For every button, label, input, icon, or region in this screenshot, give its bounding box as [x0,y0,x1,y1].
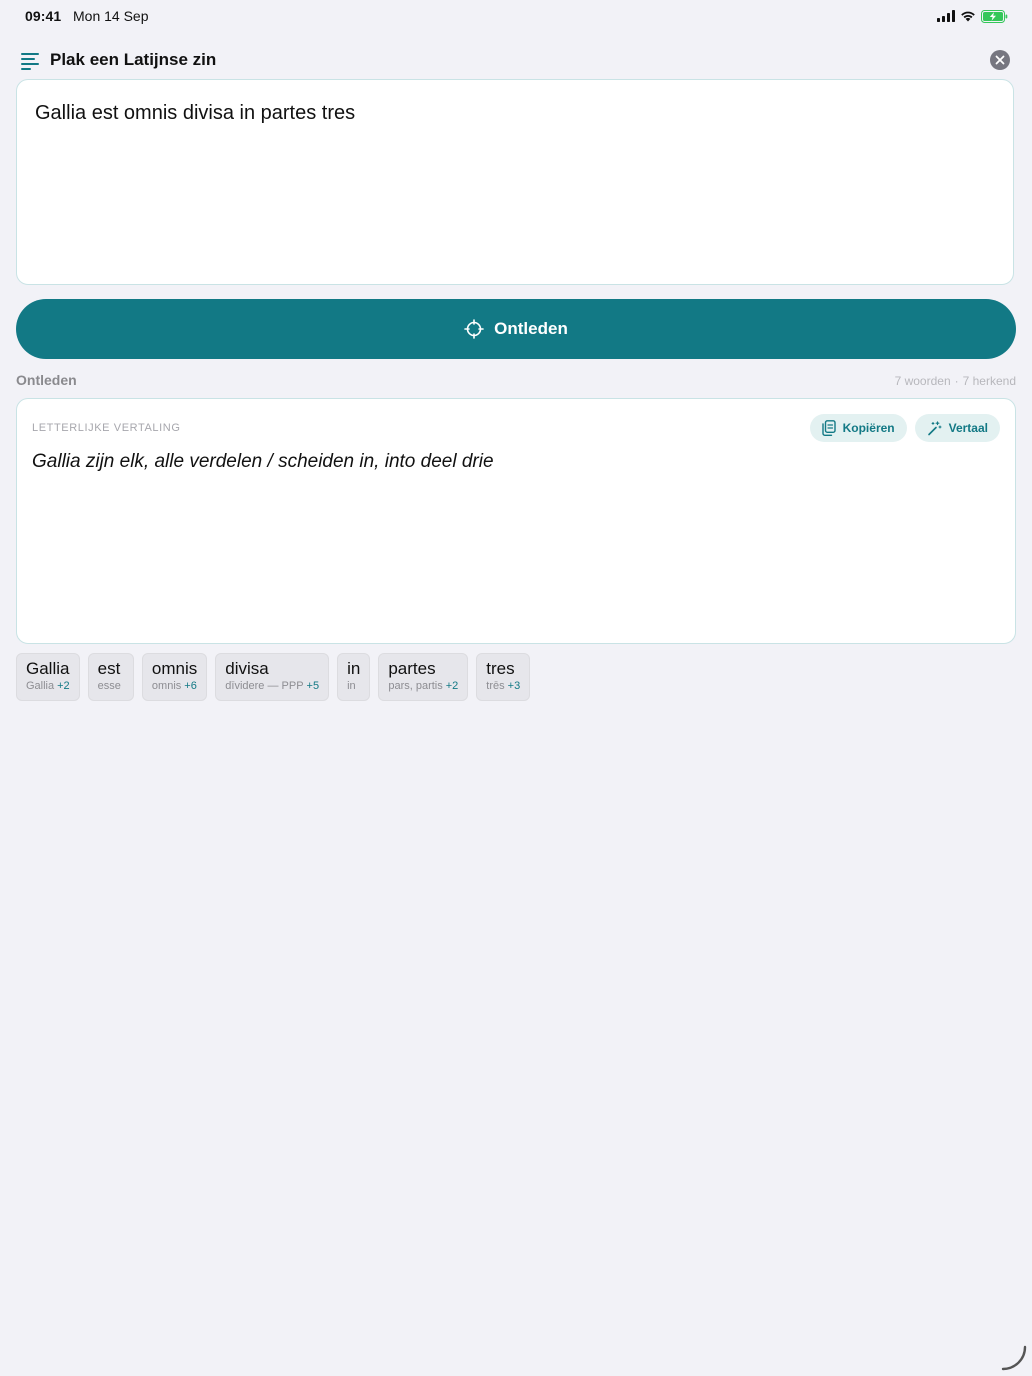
chip-more-count: +3 [507,680,521,692]
meta-separator: · [954,374,959,388]
recognized-count: 7 herkend [962,374,1016,388]
chip-lemma-text: dīvidere — PPP [225,680,304,692]
word-chip[interactable]: tres trēs +3 [476,653,531,701]
translation-text: Gallia zijn elk, alle verdelen / scheide… [32,451,494,472]
word-chips: Gallia Gallia +2 est esse omnis omnis +6 d… [16,653,531,701]
chip-lemma: Gallia +2 [26,680,70,692]
header: Plak een Latijnse zin [0,44,1032,76]
word-chip[interactable]: in in [337,653,371,701]
chip-lemma-text: in [347,680,356,692]
translate-button-label: Vertaal [948,421,988,435]
wifi-icon [961,11,975,22]
chip-word: omnis [151,659,198,678]
chip-more-count: +5 [306,680,320,692]
word-chip[interactable]: divisa dīvidere — PPP +5 [215,653,330,701]
word-chip[interactable]: est esse [87,653,134,701]
parse-button[interactable]: Ontleden [16,299,1016,359]
sentence-input-value: Gallia est omnis divisa in partes tres [35,102,356,124]
copy-icon [821,420,836,436]
copy-button-label: Kopiëren [842,421,895,435]
translation-actions: Kopiëren Vertaal [809,414,1000,442]
chip-word: divisa [225,659,269,678]
chip-lemma-text: pars, partis [388,680,443,692]
menu-button[interactable] [20,50,42,70]
chip-lemma-text: omnis [151,680,182,692]
chip-word: Gallia [26,659,70,678]
chip-word: partes [388,659,436,678]
chip-more-count: +6 [184,680,197,692]
section-meta: 7 woorden · 7 herkend [895,374,1016,388]
status-icons [937,8,1008,24]
chip-word: in [347,659,361,678]
status-date: Mon 14 Sep [73,8,149,24]
chip-more-count: +2 [57,680,70,692]
word-chip[interactable]: Gallia Gallia +2 [16,653,80,701]
copy-button[interactable]: Kopiëren [809,414,907,442]
section-title: Ontleden [16,372,77,388]
status-time: 09:41 [25,8,62,24]
parse-button-label: Ontleden [494,319,568,338]
magic-wand-icon [927,420,942,435]
chip-lemma: in [347,680,360,692]
page-title: Plak een Latijnse zin [50,50,217,69]
window-corner-handle-icon[interactable] [1000,1344,1028,1372]
translation-label: LETTERLIJKE VERTALING [32,422,181,434]
word-count: 7 woorden [894,374,951,388]
translation-card: LETTERLIJKE VERTALING Kopiëren Vertaal G… [16,398,1016,644]
battery-charging-icon [981,9,1008,23]
chip-word: tres [486,659,515,678]
chip-lemma: omnis +6 [152,680,197,692]
chip-lemma: dīvidere — PPP +5 [225,680,319,692]
translate-button[interactable]: Vertaal [914,414,1000,442]
chip-lemma-text: trēs [486,680,505,692]
word-chip[interactable]: partes pars, partis +2 [378,653,469,701]
clear-button[interactable] [990,50,1010,70]
chip-word: est [97,659,121,678]
sentence-input[interactable]: Gallia est omnis divisa in partes tres [16,79,1014,285]
status-bar: 09:41 Mon 14 Sep [0,0,1032,32]
chip-lemma: trēs +3 [486,680,520,692]
chip-lemma-text: esse [97,680,121,692]
close-icon [995,55,1005,65]
chip-lemma-text: Gallia [26,680,55,692]
chip-lemma: pars, partis +2 [388,680,458,692]
crosshair-icon [464,319,484,339]
chip-lemma: esse [98,680,124,692]
cellular-signal-icon [937,10,955,22]
word-chip[interactable]: omnis omnis +6 [141,653,208,701]
chip-more-count: +2 [445,680,459,692]
menu-lines-icon [21,53,39,70]
